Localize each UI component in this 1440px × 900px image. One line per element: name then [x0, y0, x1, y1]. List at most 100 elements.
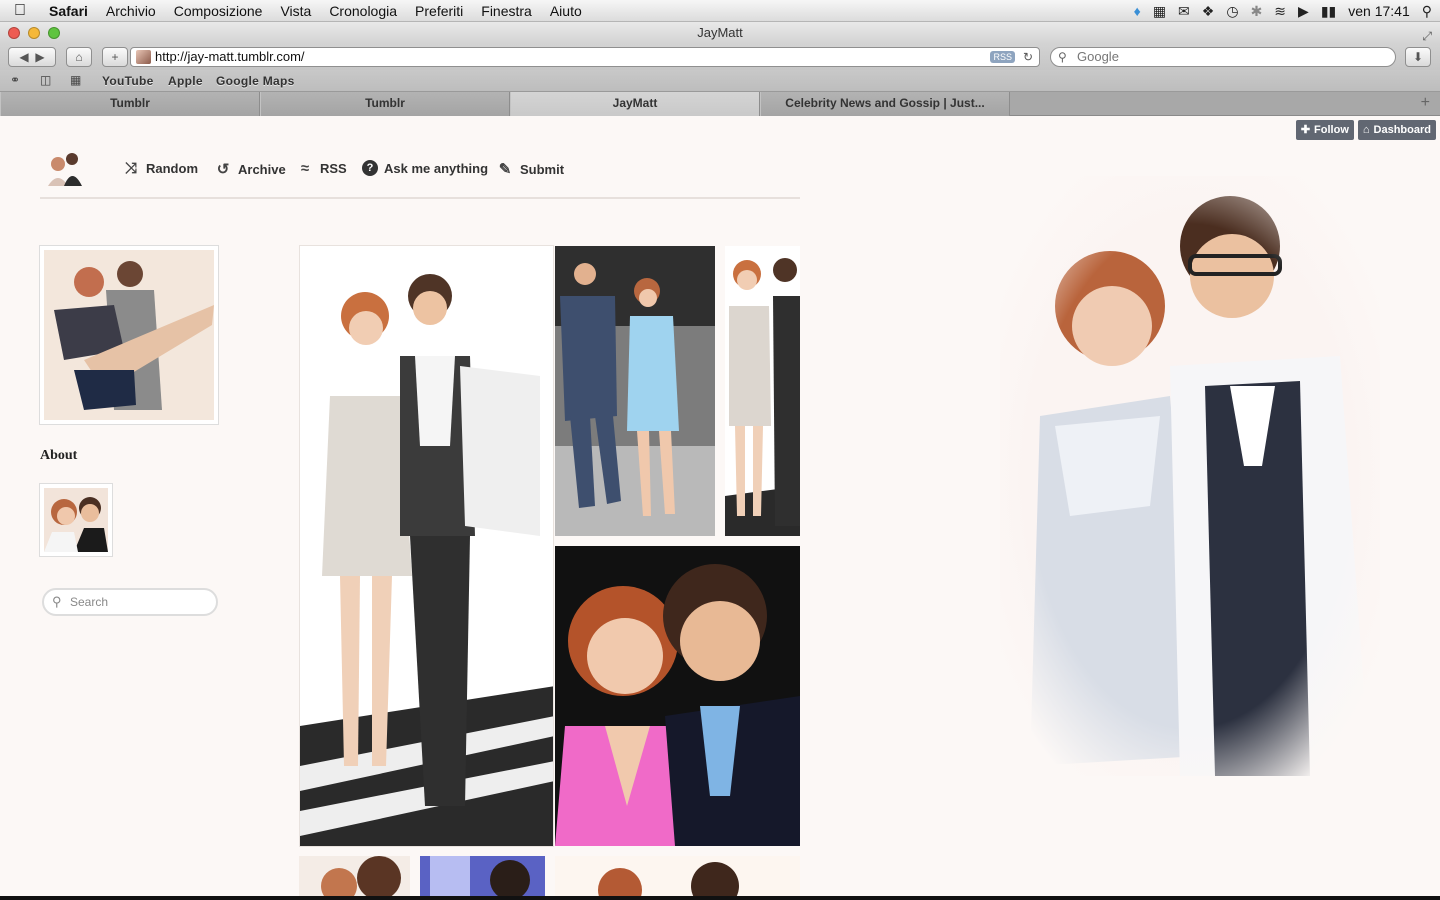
nav-ask-label: Ask me anything	[384, 160, 489, 176]
post-photo-bottom-2[interactable]	[420, 856, 545, 896]
tab-celebrity-news[interactable]: Celebrity News and Gossip | Just...	[760, 92, 1010, 116]
post-photo-walking[interactable]	[555, 246, 715, 536]
post-photo-walking-image	[555, 246, 715, 536]
volume-icon[interactable]: ▶	[1298, 3, 1309, 20]
blog-avatar[interactable]	[40, 148, 88, 188]
menu-aiuto[interactable]: Aiuto	[541, 3, 591, 19]
question-icon: ?	[362, 160, 378, 176]
window-controls	[8, 27, 60, 39]
nav-archive-label: Archive	[238, 161, 286, 177]
post-photo-pink-dress[interactable]	[555, 546, 800, 846]
header-background-artwork	[1000, 176, 1380, 776]
menu-cronologia[interactable]: Cronologia	[320, 3, 406, 19]
rss-badge[interactable]: RSS	[990, 51, 1015, 63]
dashboard-label: Dashboard	[1373, 124, 1431, 136]
blog-nav: ⤨ Random ↺ Archive ≈ RSS ? Ask me anythi…	[40, 146, 800, 199]
plus-icon: ✚	[1300, 124, 1311, 136]
rss-icon: ≈	[300, 160, 310, 177]
tumblr-controls: ✚ Follow ⌂ Dashboard	[1295, 120, 1436, 140]
clock-history-icon: ↺	[216, 161, 230, 178]
tab-tumblr-1[interactable]: Tumblr	[0, 92, 260, 116]
home-button[interactable]: ⌂	[66, 47, 92, 67]
bookmarks-book-icon[interactable]: ◫	[40, 73, 51, 87]
time-machine-icon[interactable]: ◷	[1226, 3, 1238, 20]
nav-archive[interactable]: ↺ Archive	[214, 160, 286, 178]
nav-submit-label: Submit	[520, 161, 565, 177]
back-forward-buttons[interactable]: ◀ ▶	[8, 47, 56, 67]
plus-icon: +	[111, 50, 119, 64]
url-text: http://jay-matt.tumblr.com/	[155, 49, 305, 64]
search-icon: ⚲	[52, 594, 62, 609]
bookmark-google-maps[interactable]: Google Maps	[216, 74, 295, 88]
couple-artwork-image	[1000, 176, 1380, 776]
post-photo-bottom-1[interactable]	[299, 856, 410, 896]
add-bookmark-button[interactable]: +	[102, 47, 128, 67]
status-area: ♦ ▦ ✉ ❖ ◷ ✱ ≋ ▶ ▮▮ ven 17:41 ⚲	[1134, 0, 1432, 22]
post-photo-strip-image	[725, 246, 800, 536]
post-photo-pink-dress-image	[555, 546, 800, 846]
post-photo-bottom-1-image	[299, 856, 410, 896]
reload-icon[interactable]: ↻	[1023, 48, 1033, 66]
nav-rss[interactable]: ≈ RSS	[296, 160, 347, 177]
shuffle-icon: ⤨	[124, 160, 137, 177]
menu-composizione[interactable]: Composizione	[165, 3, 272, 19]
about-photo[interactable]	[39, 483, 113, 557]
menu-preferiti[interactable]: Preferiti	[406, 3, 472, 19]
post-photo-bottom-3[interactable]	[555, 856, 800, 896]
bluetooth-icon[interactable]: ✱	[1251, 3, 1263, 20]
bookmark-apple[interactable]: Apple	[168, 74, 203, 88]
top-sites-grid-icon[interactable]: ▦	[70, 73, 81, 87]
menu-app-name[interactable]: Safari	[40, 3, 97, 19]
sidebar-portrait[interactable]	[39, 245, 219, 425]
wifi-icon[interactable]: ≋	[1274, 3, 1286, 20]
menu-finestra[interactable]: Finestra	[472, 3, 541, 19]
nav-random[interactable]: ⤨ Random	[122, 160, 198, 177]
clock[interactable]: ven 17:41	[1348, 3, 1410, 19]
forward-icon[interactable]: ▶	[35, 50, 44, 64]
follow-label: Follow	[1314, 124, 1349, 136]
post-photo-large[interactable]	[299, 245, 554, 847]
google-search-field[interactable]: ⚲ Google	[1050, 47, 1396, 67]
dashboard-button[interactable]: ⌂ Dashboard	[1357, 120, 1436, 140]
nav-ask[interactable]: ? Ask me anything	[362, 160, 488, 176]
spotlight-icon[interactable]: ⚲	[1422, 3, 1432, 20]
back-icon[interactable]: ◀	[19, 50, 28, 64]
dropbox-icon[interactable]: ❖	[1202, 3, 1215, 20]
menu-vista[interactable]: Vista	[271, 3, 320, 19]
downloads-button[interactable]: ⬇	[1405, 47, 1431, 67]
post-photo-large-image	[300, 246, 553, 846]
download-icon: ⬇	[1412, 50, 1424, 64]
home-icon: ⌂	[75, 50, 83, 64]
calendar-icon[interactable]: ▦	[1153, 3, 1166, 20]
tab-bar: Tumblr Tumblr JayMatt Celebrity News and…	[0, 92, 1440, 116]
tab-tumblr-2[interactable]: Tumblr	[260, 92, 510, 116]
tab-jaymatt[interactable]: JayMatt	[510, 92, 760, 116]
portrait-photo	[44, 250, 214, 420]
post-photo-strip[interactable]	[725, 246, 800, 536]
blog-search-placeholder: Search	[70, 595, 109, 609]
nav-submit[interactable]: ✎ Submit	[496, 160, 564, 178]
menu-archivio[interactable]: Archivio	[97, 3, 165, 19]
reading-list-icon[interactable]: ⚭	[10, 73, 20, 87]
edit-icon: ✎	[498, 161, 512, 178]
blog-search-input[interactable]: ⚲ Search	[42, 588, 218, 616]
site-favicon-icon	[136, 50, 151, 64]
post-photo-bottom-2-image	[420, 856, 545, 896]
new-tab-icon[interactable]: +	[1421, 94, 1430, 112]
close-window-button[interactable]	[8, 27, 20, 39]
post-photo-bottom-3-image	[555, 856, 800, 896]
address-bar[interactable]: http://jay-matt.tumblr.com/ RSS ↻	[130, 47, 1040, 67]
menu-bar:  Safari Archivio Composizione Vista Cro…	[0, 0, 1440, 22]
bookmark-youtube[interactable]: YouTube	[102, 74, 154, 88]
search-icon: ⚲	[1058, 50, 1067, 64]
screen-bottom-edge	[0, 896, 1440, 900]
about-photo-image	[44, 488, 108, 552]
mail-icon[interactable]: ✉	[1178, 3, 1190, 20]
zoom-window-button[interactable]	[48, 27, 60, 39]
battery-icon[interactable]: ▮▮	[1321, 3, 1336, 20]
apple-menu-icon[interactable]: 	[0, 2, 40, 20]
follow-button[interactable]: ✚ Follow	[1295, 120, 1354, 140]
minimize-window-button[interactable]	[28, 27, 40, 39]
twitter-icon[interactable]: ♦	[1134, 3, 1141, 19]
nav-rss-label: RSS	[320, 161, 347, 176]
